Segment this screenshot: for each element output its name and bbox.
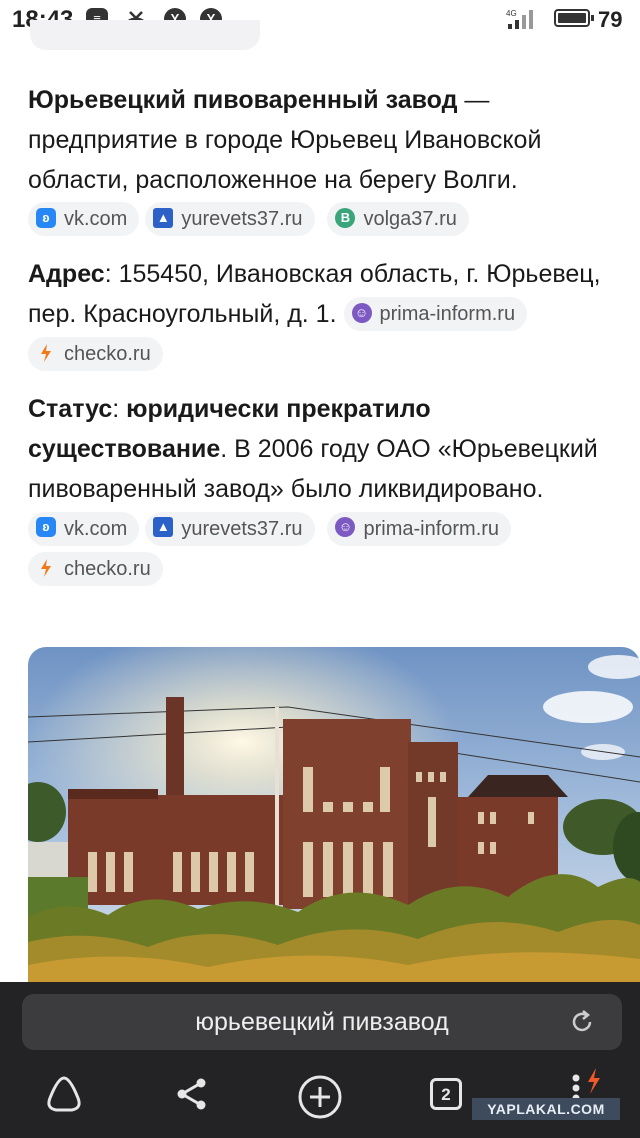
browser-bottom-bar: юрьевецкий пивзавод 2 YAPLAKAL.COM bbox=[0, 982, 640, 1138]
battery-icon bbox=[554, 9, 594, 27]
battery-percent: 79 bbox=[598, 7, 623, 32]
brewery-photo-graphic bbox=[28, 647, 640, 987]
vk-icon: ʚ bbox=[36, 517, 56, 538]
address-label: Адрес bbox=[28, 260, 105, 289]
source-chip-checko[interactable]: checko.ru bbox=[28, 337, 163, 372]
search-query[interactable]: юрьевецкий пивзавод bbox=[22, 994, 622, 1050]
previous-card-edge bbox=[30, 20, 260, 50]
source-chip-yurevets37[interactable]: ▲ yurevets37.ru bbox=[145, 511, 315, 546]
yurevets-emblem-icon: ▲ bbox=[153, 208, 174, 229]
tabs-counter-button[interactable]: 2 bbox=[430, 1078, 462, 1110]
new-tab-plus-icon[interactable] bbox=[297, 1074, 343, 1120]
signal-icon: 4G bbox=[506, 9, 533, 29]
source-chip-prima-inform[interactable]: ☺ prima-inform.ru bbox=[327, 511, 512, 546]
source-chip-checko[interactable]: checko.ru bbox=[28, 551, 163, 586]
source-label: vk.com bbox=[64, 208, 128, 231]
prima-inform-icon: ☺ bbox=[351, 302, 372, 323]
source-label: volga37.ru bbox=[363, 208, 457, 231]
source-label: yurevets37.ru bbox=[181, 517, 303, 540]
prima-inform-icon: ☺ bbox=[335, 517, 356, 538]
brewery-photo[interactable] bbox=[28, 647, 640, 987]
status-paragraph: Статус: юридически прекратило существова… bbox=[28, 389, 618, 590]
status-colon: : bbox=[112, 395, 127, 424]
source-label: prima-inform.ru bbox=[379, 302, 516, 325]
tabs-count: 2 bbox=[441, 1085, 451, 1104]
checko-icon bbox=[41, 343, 51, 362]
alice-assistant-icon[interactable] bbox=[42, 1074, 86, 1114]
source-chip-yurevets37[interactable]: ▲ yurevets37.ru bbox=[145, 202, 315, 237]
svg-text:4G: 4G bbox=[506, 9, 517, 18]
source-label: prima-inform.ru bbox=[363, 517, 500, 540]
address-bar[interactable]: юрьевецкий пивзавод bbox=[22, 994, 622, 1050]
vk-icon: ʚ bbox=[36, 208, 56, 229]
lightning-badge-icon bbox=[588, 1068, 600, 1094]
source-label: checko.ru bbox=[64, 343, 151, 366]
source-chip-vk[interactable]: ʚ vk.com bbox=[28, 511, 140, 546]
source-chip-volga37[interactable]: Вvolga37.ru bbox=[327, 202, 469, 237]
watermark: YAPLAKAL.COM bbox=[472, 1098, 620, 1120]
source-chip-prima-inform[interactable]: ☺ prima-inform.ru bbox=[343, 296, 528, 331]
company-name: Юрьевецкий пивоваренный завод bbox=[28, 86, 458, 114]
volga-icon: В bbox=[335, 208, 356, 229]
reload-icon[interactable] bbox=[568, 1008, 596, 1036]
answer-card: Юрьевецкий пивоваренный завод — предприя… bbox=[28, 80, 618, 604]
address-paragraph: Адрес: 155450, Ивановская область, г. Юр… bbox=[28, 254, 618, 375]
source-chip-vk[interactable]: ʚ vk.com bbox=[28, 202, 140, 237]
source-label: vk.com bbox=[64, 517, 128, 540]
yurevets-emblem-icon: ▲ bbox=[153, 517, 174, 538]
source-label: checko.ru bbox=[64, 557, 151, 580]
status-label: Статус bbox=[28, 395, 113, 424]
source-label: yurevets37.ru bbox=[181, 208, 303, 231]
share-icon[interactable] bbox=[172, 1074, 212, 1114]
checko-icon bbox=[41, 558, 51, 577]
intro-paragraph: Юрьевецкий пивоваренный завод — предприя… bbox=[28, 80, 618, 240]
